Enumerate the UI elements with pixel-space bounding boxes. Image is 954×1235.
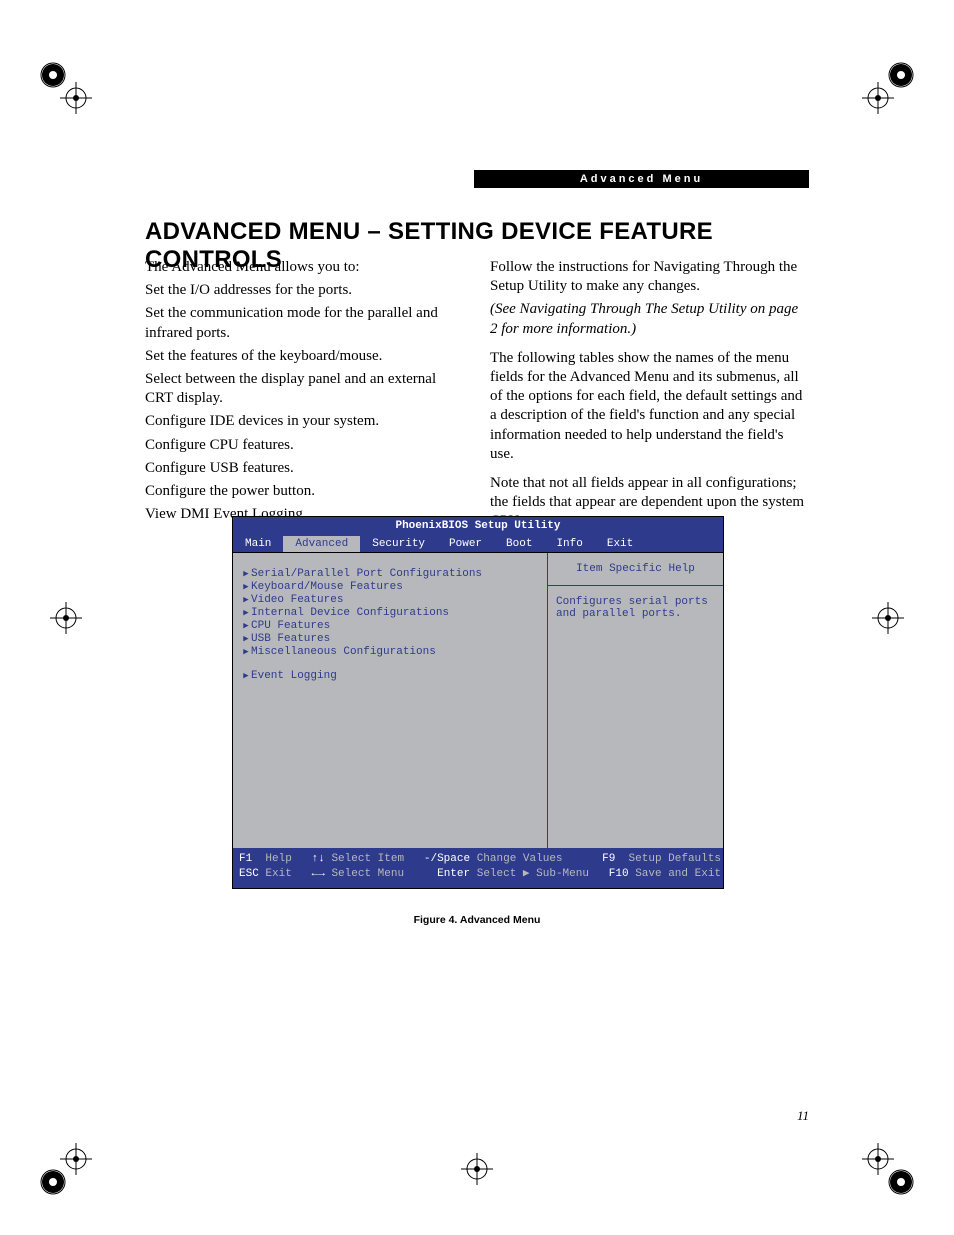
bios-menu-item[interactable]: ▶Serial/Parallel Port Configurations [241, 568, 539, 580]
bios-tab-power[interactable]: Power [437, 536, 494, 552]
triangle-right-icon: ▶ [241, 647, 251, 657]
bios-tab-security[interactable]: Security [360, 536, 437, 552]
bullet: Configure USB features. [145, 459, 464, 478]
bios-menu-item[interactable]: ▶USB Features [241, 633, 539, 645]
key-esc: ESC [239, 867, 259, 882]
key-f1: F1 [239, 852, 252, 867]
key-leftright-icon: ←→ [312, 867, 325, 882]
bullet: Configure the power button. [145, 482, 464, 501]
key-updown-icon: ↑↓ [312, 852, 325, 867]
bios-menu-pane: ▶Serial/Parallel Port Configurations ▶Ke… [233, 553, 547, 848]
triangle-right-icon: ▶ [241, 608, 251, 618]
bullet: Select between the display panel and an … [145, 370, 464, 408]
bios-tab-bar: Main Advanced Security Power Boot Info E… [233, 536, 723, 552]
bios-tab-boot[interactable]: Boot [494, 536, 544, 552]
bullet: Set the I/O addresses for the ports. [145, 281, 464, 300]
key-f10: F10 [609, 867, 629, 882]
bios-tab-exit[interactable]: Exit [595, 536, 645, 552]
page: Advanced Menu ADVANCED MENU – SETTING DE… [0, 0, 954, 1235]
page-number: 11 [797, 1108, 809, 1124]
intro-line: The Advanced Menu allows you to: [145, 258, 464, 277]
bios-menu-item[interactable]: ▶Keyboard/Mouse Features [241, 581, 539, 593]
bios-footer: F1 Help ↑↓ Select Item -/Space Change Va… [233, 848, 723, 888]
register-mark-icon [38, 60, 94, 116]
key-enter: Enter [437, 867, 470, 882]
bios-tab-advanced[interactable]: Advanced [283, 536, 360, 552]
bullet: Configure CPU features. [145, 436, 464, 455]
bios-help-pane: Item Specific Help Configures serial por… [547, 553, 723, 848]
bios-figure: PhoenixBIOS Setup Utility Main Advanced … [232, 516, 724, 889]
figure-caption: Figure 4. Advanced Menu [0, 914, 954, 926]
bios-window-title: PhoenixBIOS Setup Utility [233, 517, 723, 536]
triangle-right-icon: ▶ [241, 582, 251, 592]
register-mark-icon [860, 1141, 916, 1197]
bios-help-text: Configures serial ports and parallel por… [548, 586, 723, 630]
paragraph: Follow the instructions for Navigating T… [490, 258, 809, 296]
bullet: Configure IDE devices in your system. [145, 412, 464, 431]
triangle-right-icon: ▶ [241, 621, 251, 631]
bios-menu-blank [241, 659, 539, 669]
bios-menu-item[interactable]: ▶Internal Device Configurations [241, 607, 539, 619]
bios-menu-item[interactable]: ▶CPU Features [241, 620, 539, 632]
bios-menu-item[interactable]: ▶Event Logging [241, 670, 539, 682]
paragraph: The following tables show the names of t… [490, 349, 809, 464]
register-mark-icon [38, 1141, 94, 1197]
register-mark-icon [38, 590, 94, 646]
triangle-right-icon: ▶ [241, 671, 251, 681]
bullet: Set the communication mode for the paral… [145, 304, 464, 342]
key-f9: F9 [602, 852, 615, 867]
key-minus-space: -/Space [424, 852, 470, 867]
body-columns: The Advanced Menu allows you to: Set the… [145, 258, 809, 535]
bullet: Set the features of the keyboard/mouse. [145, 347, 464, 366]
bios-help-header: Item Specific Help [548, 553, 723, 586]
paragraph-italic: (See Navigating Through The Setup Utilit… [490, 300, 809, 338]
bios-menu-item[interactable]: ▶Miscellaneous Configurations [241, 646, 539, 658]
register-mark-icon [860, 60, 916, 116]
triangle-right-icon: ▶ [241, 595, 251, 605]
running-header: Advanced Menu [474, 170, 809, 188]
bios-tab-main[interactable]: Main [233, 536, 283, 552]
triangle-right-icon: ▶ [241, 634, 251, 644]
register-mark-icon [449, 1141, 505, 1197]
bios-menu-item[interactable]: ▶Video Features [241, 594, 539, 606]
triangle-right-icon: ▶ [241, 569, 251, 579]
register-mark-icon [860, 590, 916, 646]
bios-tab-info[interactable]: Info [544, 536, 594, 552]
